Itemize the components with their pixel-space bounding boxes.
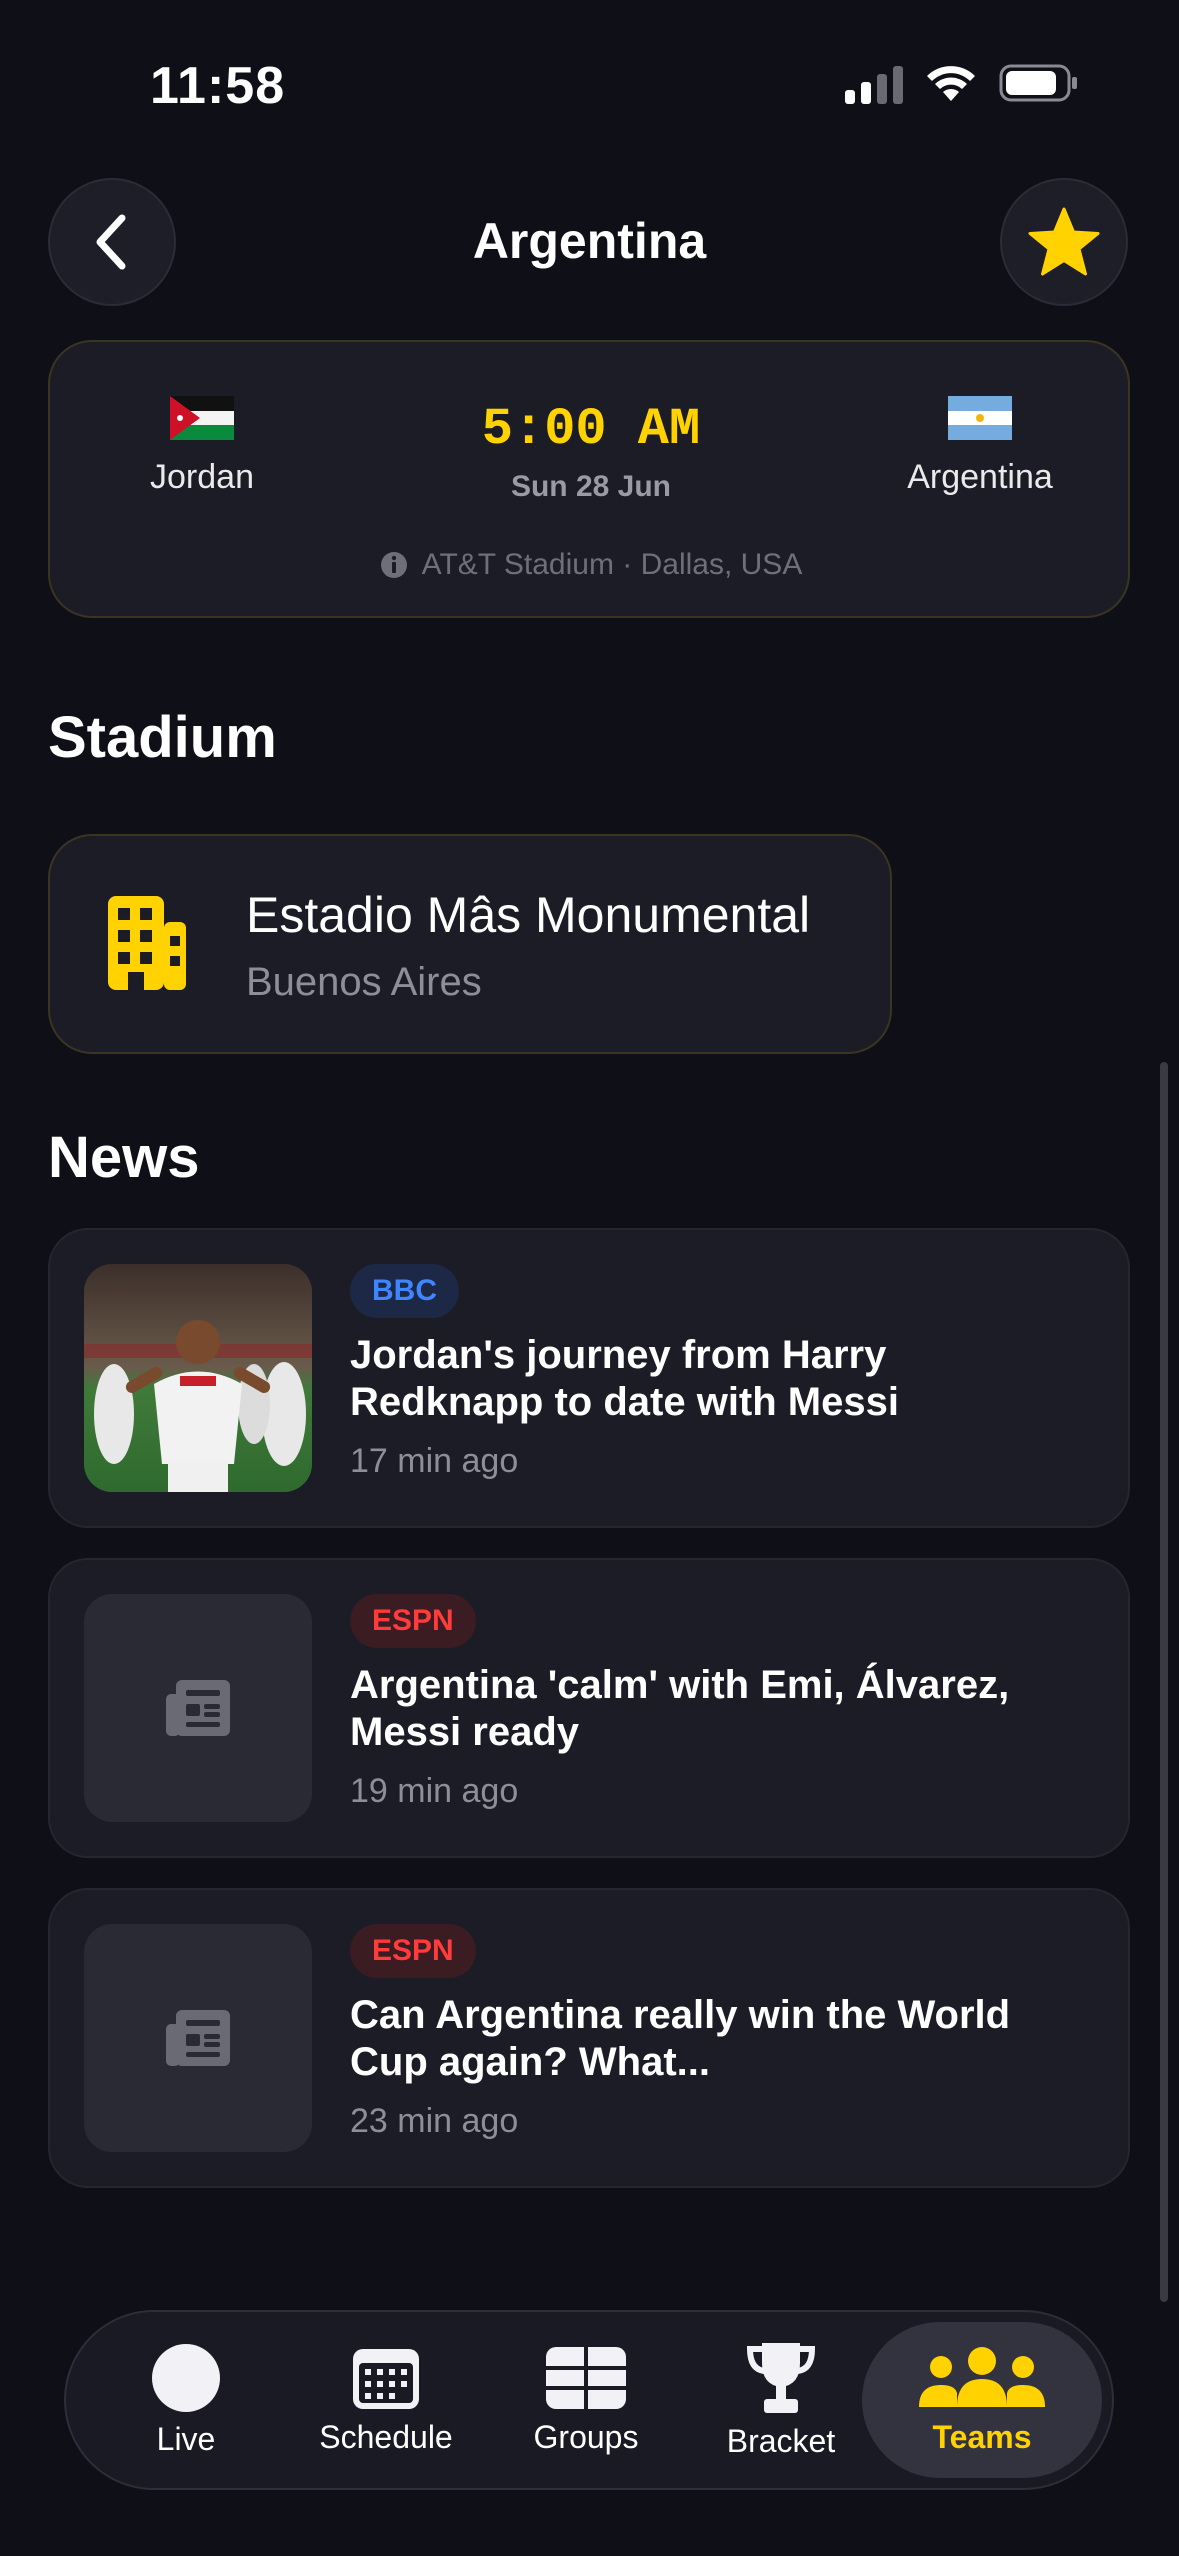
signal-icon <box>845 62 903 104</box>
calendar-icon <box>353 2348 419 2409</box>
news-time: 17 min ago <box>350 1442 519 1480</box>
people-icon <box>919 2346 1045 2407</box>
grid-icon <box>546 2346 626 2409</box>
stadium-card[interactable]: Estadio Mâs Monumental Buenos Aires <box>48 834 892 1054</box>
match-card[interactable]: Jordan 5:00 AM Sun 28 Jun Argentina AT&T… <box>48 340 1130 618</box>
news-source-badge: ESPN <box>350 1594 476 1648</box>
tab-label: Live <box>156 2420 216 2457</box>
tab-bracket[interactable]: Bracket <box>696 2322 866 2478</box>
news-thumbnail <box>84 1924 312 2152</box>
building-icon <box>108 896 186 990</box>
star-icon <box>1028 207 1100 276</box>
status-icons <box>845 62 1079 104</box>
news-time: 19 min ago <box>350 1772 519 1810</box>
news-section-title: News <box>48 1125 200 1190</box>
tab-label: Schedule <box>319 2418 453 2455</box>
news-photo-image <box>84 1264 312 1492</box>
news-item[interactable]: ESPN Argentina 'calm' with Emi, Álvarez,… <box>48 1558 1130 1858</box>
wifi-icon <box>927 66 975 101</box>
news-title: Jordan's journey from Harry Redknapp to … <box>350 1333 899 1424</box>
stadium-city: Buenos Aires <box>246 960 482 1004</box>
tab-schedule[interactable]: Schedule <box>296 2322 476 2478</box>
news-time: 23 min ago <box>350 2102 519 2140</box>
tab-bar: Live Schedule Groups Bracket Teams <box>64 2310 1114 2490</box>
venue-text: AT&T Stadium · Dallas, USA <box>421 548 803 581</box>
news-thumbnail <box>84 1264 312 1492</box>
news-item[interactable]: ESPN Can Argentina really win the World … <box>48 1888 1130 2188</box>
news-title: Argentina 'calm' with Emi, Álvarez, Mess… <box>350 1663 1010 1754</box>
away-team: Argentina <box>860 396 1100 497</box>
trophy-icon <box>746 2342 816 2413</box>
news-item[interactable]: BBC Jordan's journey from Harry Redknapp… <box>48 1228 1130 1528</box>
newspaper-icon <box>166 2010 230 2066</box>
newspaper-icon <box>166 1680 230 1736</box>
tab-label: Groups <box>533 2418 639 2455</box>
news-thumbnail <box>84 1594 312 1822</box>
live-dot-icon <box>152 2343 220 2412</box>
info-icon <box>380 552 407 578</box>
scrollbar[interactable] <box>1160 1062 1168 2302</box>
tab-groups[interactable]: Groups <box>496 2322 676 2478</box>
stadium-section-title: Stadium <box>48 705 277 770</box>
news-source-badge: BBC <box>350 1264 459 1318</box>
tab-label: Bracket <box>726 2422 836 2459</box>
status-time: 11:58 <box>150 57 286 115</box>
tab-live[interactable]: Live <box>106 2322 266 2478</box>
tab-label: Teams <box>932 2418 1032 2455</box>
argentina-flag-icon <box>948 396 1012 440</box>
news-source-badge: ESPN <box>350 1924 476 1978</box>
tab-teams[interactable]: Teams <box>862 2322 1102 2478</box>
news-title: Can Argentina really win the World Cup a… <box>350 1993 1011 2084</box>
team-detail-screen: 11:58 Argentina Jordan 5:00 AM Sun 28 Ju… <box>0 0 1179 2556</box>
battery-icon <box>999 64 1077 102</box>
match-venue: AT&T Stadium · Dallas, USA <box>50 548 1132 582</box>
stadium-name: Estadio Mâs Monumental <box>246 887 811 943</box>
favorite-button[interactable] <box>1000 178 1128 306</box>
away-team-name: Argentina <box>907 458 1053 496</box>
